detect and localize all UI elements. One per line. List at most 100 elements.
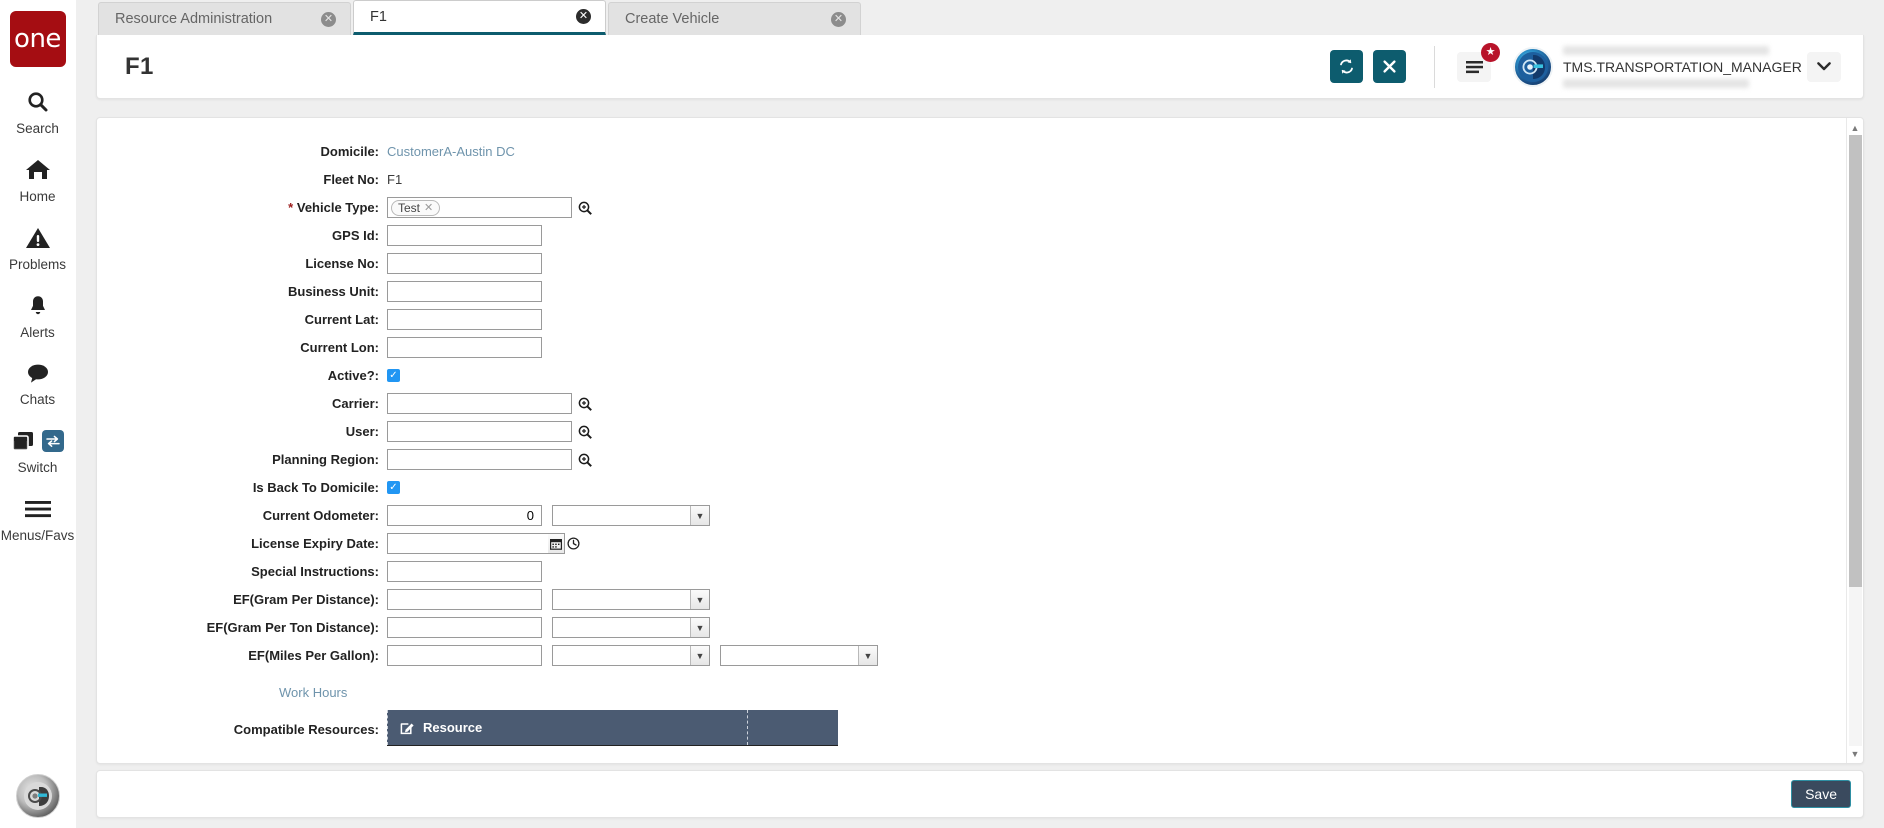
close-circle-icon[interactable]: ✕ bbox=[576, 9, 591, 24]
work-hours-link[interactable]: Work Hours bbox=[279, 685, 1846, 700]
label-current-lat: Current Lat: bbox=[304, 312, 379, 327]
label-license-no: License No: bbox=[305, 256, 379, 271]
field-row-carrier: Carrier: bbox=[97, 392, 1846, 415]
tab-label: Create Vehicle bbox=[625, 11, 720, 27]
tab-label: Resource Administration bbox=[115, 11, 273, 27]
current-lon-input[interactable] bbox=[387, 337, 542, 358]
ef-miles-per-gallon-input[interactable] bbox=[387, 645, 542, 666]
special-instructions-input[interactable] bbox=[387, 561, 542, 582]
search-icon bbox=[26, 85, 50, 119]
planning-region-input[interactable] bbox=[387, 449, 572, 470]
sidebar-item-chats[interactable]: Chats bbox=[0, 356, 76, 408]
refresh-button[interactable] bbox=[1330, 50, 1363, 83]
carrier-input[interactable] bbox=[387, 393, 572, 414]
license-no-input[interactable] bbox=[387, 253, 542, 274]
sidebar-item-alerts[interactable]: Alerts bbox=[0, 289, 76, 341]
magnifier-plus-icon[interactable] bbox=[578, 397, 592, 411]
ef-miles-per-gallon-unit-select[interactable]: ▼ bbox=[552, 645, 710, 666]
label-carrier: Carrier: bbox=[332, 396, 379, 411]
sidebar-item-menus-favs[interactable]: Menus/Favs bbox=[0, 492, 76, 544]
current-odometer-unit-select[interactable]: ▼ bbox=[552, 505, 710, 526]
field-row-ef-miles-per-gallon: EF(Miles Per Gallon): ▼ ▼ bbox=[97, 644, 1846, 667]
label-vehicle-type: * Vehicle Type: bbox=[97, 200, 387, 215]
current-odometer-input[interactable] bbox=[387, 505, 542, 526]
magnifier-plus-icon[interactable] bbox=[578, 425, 592, 439]
tab-label: F1 bbox=[370, 8, 387, 25]
save-button[interactable]: Save bbox=[1791, 780, 1851, 808]
current-lat-input[interactable] bbox=[387, 309, 542, 330]
grid-body bbox=[387, 746, 838, 756]
label-ef-gram-per-distance: EF(Gram Per Distance): bbox=[233, 592, 379, 607]
scrollbar-thumb[interactable] bbox=[1848, 135, 1862, 588]
magnifier-plus-icon[interactable] bbox=[578, 453, 592, 467]
favorites-menu-button[interactable]: ★ bbox=[1457, 42, 1500, 82]
label-text: Vehicle Type: bbox=[296, 200, 379, 215]
sidebar-item-home[interactable]: Home bbox=[0, 153, 76, 205]
active-checkbox[interactable]: ✓ bbox=[387, 369, 400, 382]
vehicle-type-input[interactable]: Test ✕ bbox=[387, 197, 572, 218]
gps-id-input[interactable] bbox=[387, 225, 542, 246]
close-button[interactable] bbox=[1373, 50, 1406, 83]
close-x-icon bbox=[1382, 59, 1397, 74]
user-input[interactable] bbox=[387, 421, 572, 442]
sidebar-item-search[interactable]: Search bbox=[0, 85, 76, 137]
chevron-down-icon bbox=[1817, 62, 1831, 71]
grid-column-blank[interactable] bbox=[747, 710, 838, 745]
field-row-license-no: License No: bbox=[97, 252, 1846, 275]
clock-icon[interactable] bbox=[565, 533, 582, 554]
vehicle-form-panel: Domicile: CustomerA-Austin DC Fleet No: … bbox=[96, 117, 1864, 764]
hamburger-icon bbox=[24, 492, 52, 526]
business-unit-input[interactable] bbox=[387, 281, 542, 302]
header-actions: ★ TMS.TRANSPORTATION_MANAGER bbox=[1320, 42, 1863, 88]
tab-create-vehicle[interactable]: Create Vehicle ✕ bbox=[608, 2, 861, 35]
sidebar-label-menus-favs: Menus/Favs bbox=[0, 528, 75, 544]
sidebar-label-alerts: Alerts bbox=[20, 324, 55, 340]
star-icon: ★ bbox=[1481, 42, 1500, 62]
redacted-line-top bbox=[1563, 45, 1769, 55]
ef-gram-per-ton-distance-unit-select[interactable]: ▼ bbox=[552, 617, 710, 638]
sidebar-label-search: Search bbox=[16, 121, 59, 136]
ef-miles-per-gallon-unit2-select[interactable]: ▼ bbox=[720, 645, 878, 666]
field-row-is-back-to-domicile: Is Back To Domicile: ✓ bbox=[97, 476, 1846, 499]
user-avatar-icon[interactable] bbox=[1513, 46, 1553, 87]
compatible-resources-section: Compatible Resources: Resource bbox=[97, 710, 1846, 756]
token-remove-icon[interactable]: ✕ bbox=[424, 201, 433, 214]
triangle-down-icon[interactable]: ▼ bbox=[1848, 746, 1863, 761]
value-domicile[interactable]: CustomerA-Austin DC bbox=[387, 144, 515, 159]
user-menu-dropdown[interactable] bbox=[1807, 51, 1841, 82]
form-vertical-scrollbar[interactable]: ▲ ▼ bbox=[1846, 118, 1863, 763]
magnifier-plus-icon[interactable] bbox=[578, 201, 592, 215]
label-fleet-no: Fleet No: bbox=[323, 172, 379, 187]
grid-header-row: Resource bbox=[387, 710, 838, 746]
page-header: F1 ★ TMS.TRANSPORTATION_MANAGER bbox=[96, 35, 1864, 99]
tab-resource-administration[interactable]: Resource Administration ✕ bbox=[98, 2, 351, 35]
bell-icon bbox=[26, 289, 50, 323]
ef-gram-per-ton-distance-input[interactable] bbox=[387, 617, 542, 638]
triangle-up-icon[interactable]: ▲ bbox=[1848, 120, 1863, 135]
sidebar-item-switch[interactable]: Switch bbox=[0, 424, 76, 476]
license-expiry-date-input[interactable] bbox=[387, 533, 549, 554]
tab-f1[interactable]: F1 ✕ bbox=[353, 0, 606, 35]
label-ef-gram-per-ton-distance: EF(Gram Per Ton Distance): bbox=[206, 620, 379, 635]
tab-strip: Resource Administration ✕ F1 ✕ Create Ve… bbox=[76, 0, 1884, 35]
label-gps-id: GPS Id: bbox=[332, 228, 379, 243]
is-back-to-domicile-checkbox[interactable]: ✓ bbox=[387, 481, 400, 494]
label-business-unit: Business Unit: bbox=[287, 284, 379, 299]
grid-column-resource[interactable]: Resource bbox=[387, 710, 747, 745]
close-circle-icon[interactable]: ✕ bbox=[321, 11, 336, 27]
grid-column-label: Resource bbox=[423, 720, 483, 735]
scrollbar-track[interactable] bbox=[1848, 135, 1862, 746]
field-row-business-unit: Business Unit: bbox=[97, 280, 1846, 303]
calendar-icon[interactable] bbox=[548, 533, 565, 554]
close-circle-icon[interactable]: ✕ bbox=[831, 11, 846, 27]
one-logo[interactable]: one bbox=[9, 11, 66, 67]
sidebar-item-problems[interactable]: Problems bbox=[0, 221, 76, 273]
field-row-vehicle-type: * Vehicle Type: Test ✕ bbox=[97, 196, 1846, 219]
ef-gram-per-distance-unit-select[interactable]: ▼ bbox=[552, 589, 710, 610]
swap-arrows-icon[interactable] bbox=[42, 430, 64, 453]
assistant-robot-avatar[interactable] bbox=[16, 774, 60, 818]
home-icon bbox=[25, 153, 51, 187]
ef-gram-per-distance-input[interactable] bbox=[387, 589, 542, 610]
edit-pencil-icon[interactable] bbox=[400, 720, 415, 735]
username-label: TMS.TRANSPORTATION_MANAGER bbox=[1563, 58, 1802, 75]
